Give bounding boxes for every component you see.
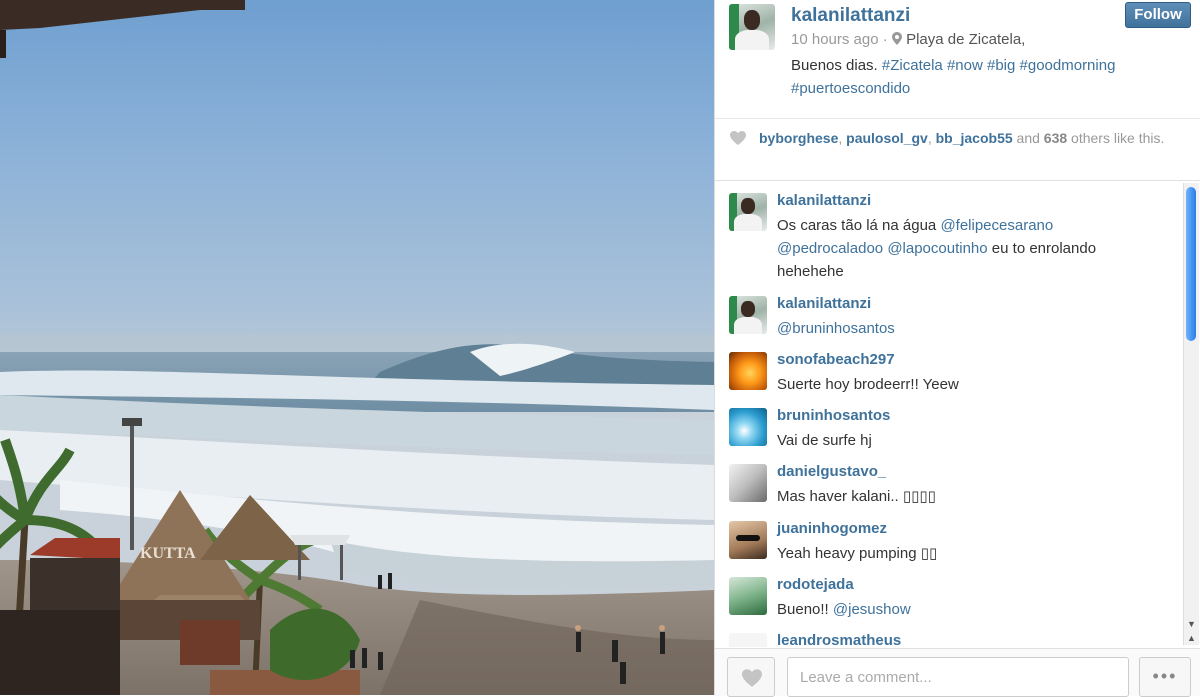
comment-text: Mas haver kalani.. ▯▯▯▯	[777, 488, 936, 505]
author-avatar[interactable]	[729, 4, 775, 50]
comment-username[interactable]: kalanilattanzi	[777, 192, 871, 209]
post-photo[interactable]: KUTTA	[0, 0, 714, 695]
likes-suffix: others like this.	[1071, 130, 1165, 146]
comment-text: Vai de surfe hj	[777, 432, 872, 449]
liker-link[interactable]: byborghese	[759, 130, 838, 146]
hashtag-link[interactable]: #now	[947, 57, 983, 74]
comment-text: Os caras tão lá na água @felipecesarano …	[777, 214, 1157, 283]
more-options-button[interactable]: •••	[1139, 657, 1191, 697]
author-username[interactable]: kalanilattanzi	[791, 5, 910, 27]
follow-button[interactable]: Follow	[1125, 2, 1191, 28]
mention-link[interactable]: @jesushow	[833, 601, 911, 618]
post-sidebar: kalanilattanzi Follow 10 hours ago · Pla…	[714, 0, 1200, 697]
wave-avatar[interactable]	[729, 408, 767, 446]
comments-list[interactable]: kalanilattanzi Os caras tão lá na água @…	[715, 181, 1181, 647]
likes-and: and	[1016, 130, 1040, 146]
meta-separator: ·	[882, 31, 888, 48]
kalani-avatar[interactable]	[729, 296, 767, 334]
location-pin-icon	[891, 31, 906, 48]
hashtag-link[interactable]: #Zicatela	[882, 57, 943, 74]
post-header: kalanilattanzi Follow 10 hours ago · Pla…	[715, 0, 1200, 119]
post-meta: 10 hours ago · Playa de Zicatela,	[791, 31, 1025, 48]
hashtag-link[interactable]: #goodmorning	[1020, 57, 1116, 74]
comment-body: Bueno!!	[777, 601, 829, 618]
heart-icon	[730, 131, 746, 145]
heart-icon	[742, 669, 762, 687]
comment-body: Os caras tão lá na água	[777, 217, 937, 234]
comment-text: Suerte hoy brodeerr!! Yeew	[777, 376, 959, 393]
comment-username[interactable]: sonofabeach297	[777, 351, 895, 368]
green-avatar[interactable]	[729, 577, 767, 615]
mention-link[interactable]: @lapocoutinho	[887, 240, 987, 257]
comment-username[interactable]: leandrosmatheus	[777, 632, 901, 647]
scroll-up-arrow-icon[interactable]: ▲	[1184, 631, 1199, 645]
kalani-avatar[interactable]	[729, 193, 767, 231]
scroll-thumb[interactable]	[1186, 187, 1196, 341]
comment-username[interactable]: danielgustavo_	[777, 463, 886, 480]
comment-text: Bueno!! @jesushow	[777, 598, 1157, 621]
glasses-avatar[interactable]	[729, 521, 767, 559]
beach-scene-image: KUTTA	[0, 0, 714, 695]
mention-link[interactable]: @felipecesarano	[940, 217, 1053, 234]
comment-footer: •••	[715, 648, 1200, 697]
location-link[interactable]: Playa de Zicatela,	[906, 31, 1025, 48]
likes-section: byborghese, paulosol_gv, bb_jacob55 and …	[715, 118, 1200, 181]
hashtag-link[interactable]: #puertoescondido	[791, 80, 910, 97]
caption-text: Buenos dias.	[791, 57, 878, 74]
comment-text: @bruninhosantos	[777, 317, 1157, 340]
likes-text: byborghese, paulosol_gv, bb_jacob55 and …	[759, 130, 1165, 146]
comment-username[interactable]: kalanilattanzi	[777, 295, 871, 312]
comment-username[interactable]: juaninhogomez	[777, 520, 887, 537]
comment-input[interactable]	[787, 657, 1129, 697]
scroll-down-arrow-icon[interactable]: ▼	[1184, 617, 1199, 631]
comment-username[interactable]: bruninhosantos	[777, 407, 890, 424]
comments-scrollbar[interactable]: ▼ ▲	[1183, 183, 1199, 645]
hashtag-link[interactable]: #big	[987, 57, 1015, 74]
like-button[interactable]	[727, 657, 775, 697]
liker-link[interactable]: paulosol_gv	[846, 130, 928, 146]
gray-avatar[interactable]	[729, 464, 767, 502]
sunset-avatar[interactable]	[729, 352, 767, 390]
post-caption: Buenos dias. #Zicatela #now #big #goodmo…	[791, 54, 1171, 100]
mention-link[interactable]: @pedrocaladoo	[777, 240, 883, 257]
liker-link[interactable]: bb_jacob55	[936, 130, 1013, 146]
post-time[interactable]: 10 hours ago	[791, 31, 879, 48]
mention-link[interactable]: @bruninhosantos	[777, 320, 895, 337]
likes-count[interactable]: 638	[1044, 130, 1067, 146]
comment-text: Yeah heavy pumping ▯▯	[777, 545, 938, 562]
kutta-sign: KUTTA	[140, 545, 196, 562]
blue-avatar[interactable]	[729, 633, 767, 647]
comment-username[interactable]: rodotejada	[777, 576, 854, 593]
